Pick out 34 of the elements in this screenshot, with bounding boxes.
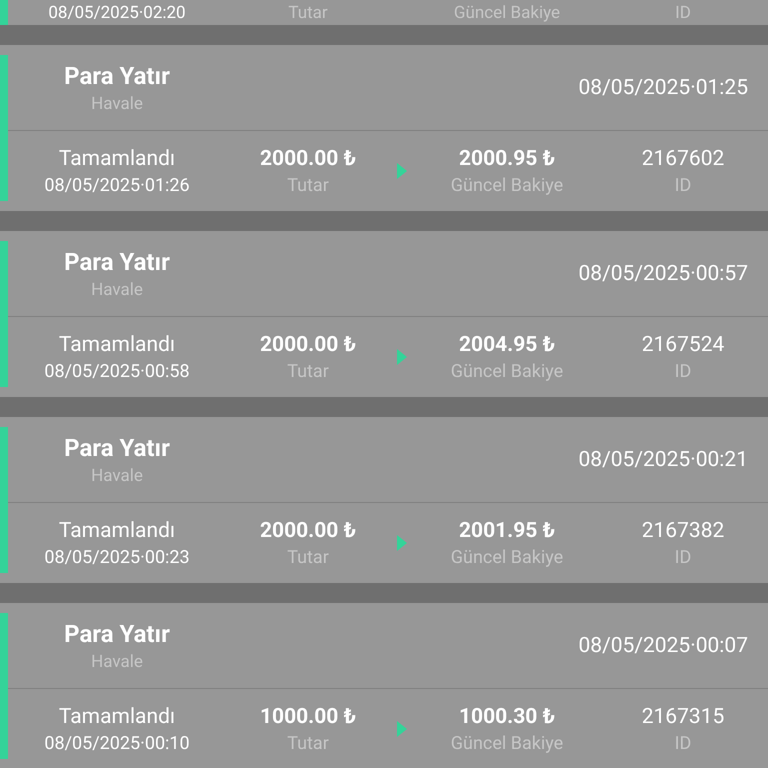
status-time: 08/05/2025·00:23 — [44, 546, 190, 568]
amount-value: 1000.00 ₺ — [260, 704, 356, 728]
transaction-date: 08/05/2025·01:25 — [578, 76, 748, 100]
status-accent-bar — [0, 0, 8, 25]
transaction-id: 2167602 — [642, 146, 724, 170]
status-time: 08/05/2025·02:20 — [48, 2, 186, 22]
status-time: 08/05/2025·00:10 — [44, 732, 190, 754]
balance-value: 2000.95 ₺ — [458, 146, 556, 170]
status-text: Tamamlandı — [58, 146, 176, 170]
amount-value: 2000.00 ₺ — [260, 146, 356, 170]
status-time: 08/05/2025·00:58 — [44, 360, 190, 382]
transaction-date: 08/05/2025·00:07 — [578, 634, 748, 658]
amount-value: 2000.00 ₺ — [260, 518, 356, 542]
transaction-title: Para Yatır — [64, 620, 170, 648]
status-text: Tamamlandı — [58, 518, 176, 542]
arrow-icon — [397, 163, 407, 179]
status-text: Tamamlandı — [58, 704, 176, 728]
arrow-icon — [397, 349, 407, 365]
transaction-date: 08/05/2025·00:57 — [578, 262, 748, 286]
balance-value: 1000.30 ₺ — [458, 704, 556, 728]
transaction-title: Para Yatır — [64, 248, 170, 276]
transaction-date: 08/05/2025·00:21 — [578, 448, 748, 472]
arrow-icon — [397, 535, 407, 551]
transaction-title: Para Yatır — [64, 434, 170, 462]
arrow-icon — [397, 721, 407, 737]
transaction-id: 2167524 — [642, 332, 724, 356]
transaction-id: 2167382 — [642, 518, 724, 542]
transaction-id: 2167315 — [642, 704, 724, 728]
status-text: Tamamlandı — [58, 332, 176, 356]
balance-value: 2001.95 ₺ — [458, 518, 556, 542]
balance-value: 2004.95 ₺ — [458, 332, 556, 356]
status-time: 08/05/2025·01:26 — [44, 174, 190, 196]
transaction-title: Para Yatır — [64, 62, 170, 90]
amount-value: 2000.00 ₺ — [260, 332, 356, 356]
